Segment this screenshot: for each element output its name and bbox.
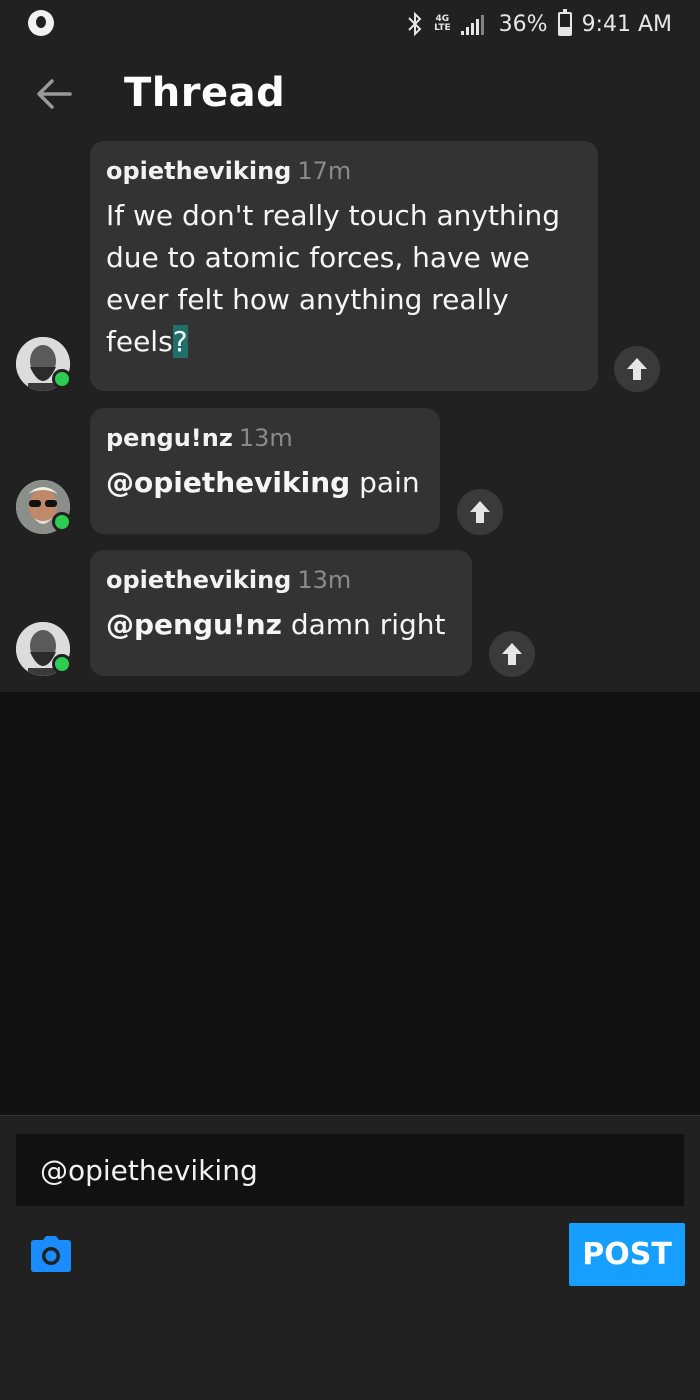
arrow-up-icon xyxy=(627,358,647,380)
upvote-button[interactable] xyxy=(614,346,660,392)
signal-icon xyxy=(460,13,489,35)
upvote-button[interactable] xyxy=(489,631,535,677)
battery-icon xyxy=(557,9,572,36)
online-status-icon xyxy=(52,369,72,389)
text-selection: ? xyxy=(172,325,188,358)
comment-bubble: opietheviking 13m @pengu!nz damn right xyxy=(90,550,472,676)
battery-percent: 36% xyxy=(498,11,548,37)
comment-username[interactable]: opietheviking xyxy=(106,157,291,185)
comment-bubble: opietheviking 17m If we don't really touc… xyxy=(90,141,598,391)
thread-list: opietheviking 17m If we don't really touc… xyxy=(0,140,700,692)
comment-time: 13m xyxy=(238,424,293,452)
avatar[interactable] xyxy=(16,337,72,391)
comment-body: pain xyxy=(350,466,420,499)
mention-link[interactable]: @opietheviking xyxy=(106,466,350,499)
comment-username[interactable]: opietheviking xyxy=(106,566,291,594)
app-logo-icon xyxy=(28,10,54,36)
comment-username[interactable]: pengu!nz xyxy=(106,424,233,452)
clock: 9:41 AM xyxy=(581,11,672,37)
comment-text: @opietheviking pain xyxy=(106,462,424,504)
camera-icon[interactable] xyxy=(30,1234,72,1274)
comment-time: 17m xyxy=(297,157,352,185)
arrow-up-icon xyxy=(470,501,490,523)
app-header: Thread xyxy=(0,48,700,140)
comment-body: damn right xyxy=(281,608,446,641)
avatar[interactable] xyxy=(16,480,72,534)
comment-input[interactable] xyxy=(16,1134,684,1206)
page-title: Thread xyxy=(124,70,286,116)
comment-composer: POST xyxy=(0,1115,700,1400)
back-arrow-icon[interactable] xyxy=(34,76,74,112)
status-bar: 4G LTE 36% 9:41 AM xyxy=(0,0,700,48)
upvote-button[interactable] xyxy=(457,489,503,535)
comment-text: @pengu!nz damn right xyxy=(106,604,456,646)
network-type-icon: 4G LTE xyxy=(434,15,451,33)
comment-text: If we don't really touch anything due to… xyxy=(106,195,582,363)
network-subtype-label: LTE xyxy=(434,23,451,33)
online-status-icon xyxy=(52,512,72,532)
status-indicators: 4G LTE 36% 9:41 AM xyxy=(406,8,672,40)
mention-link[interactable]: @pengu!nz xyxy=(106,608,282,641)
post-button[interactable]: POST xyxy=(569,1223,685,1286)
bluetooth-icon xyxy=(408,11,422,37)
comment-time: 13m xyxy=(297,566,352,594)
online-status-icon xyxy=(52,654,72,674)
comment-bubble: pengu!nz 13m @opietheviking pain xyxy=(90,408,440,534)
avatar[interactable] xyxy=(16,622,72,676)
arrow-up-icon xyxy=(502,643,522,665)
